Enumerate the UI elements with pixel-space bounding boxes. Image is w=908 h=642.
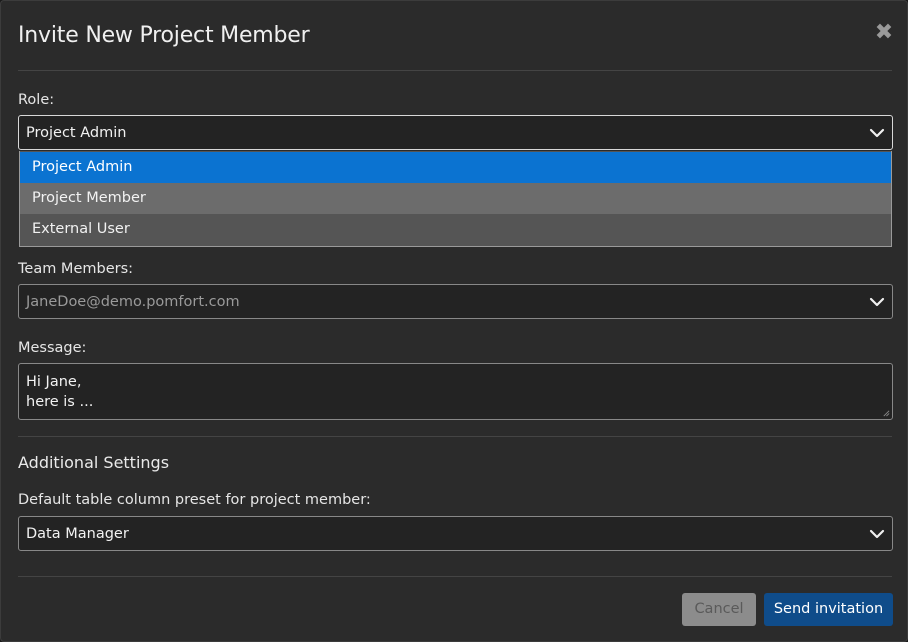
dialog-title: Invite New Project Member — [18, 23, 310, 48]
preset-select[interactable]: Data Manager — [18, 516, 893, 551]
preset-select-value: Data Manager — [26, 526, 129, 542]
role-option-external-user[interactable]: External User — [20, 214, 891, 245]
message-label: Message: — [18, 340, 87, 356]
message-textarea[interactable]: Hi Jane, here is ... — [18, 363, 893, 420]
additional-settings-title: Additional Settings — [18, 453, 170, 472]
chevron-down-icon — [868, 124, 886, 142]
role-option-project-member[interactable]: Project Member — [20, 183, 891, 214]
footer-divider — [18, 576, 892, 577]
send-invitation-button[interactable]: Send invitation — [764, 593, 893, 626]
team-members-select[interactable]: JaneDoe@demo.pomfort.com — [18, 284, 893, 319]
team-members-placeholder: JaneDoe@demo.pomfort.com — [26, 294, 240, 310]
cancel-button[interactable]: Cancel — [682, 593, 756, 626]
section-divider — [18, 436, 892, 437]
chevron-down-icon — [868, 525, 886, 543]
close-icon[interactable]: ✖ — [872, 19, 896, 47]
team-members-label: Team Members: — [18, 261, 134, 277]
role-option-project-admin[interactable]: Project Admin — [20, 152, 891, 183]
invite-dialog: Invite New Project Member ✖ Role: Projec… — [0, 0, 908, 642]
role-select[interactable]: Project Admin — [18, 115, 893, 150]
role-select-value: Project Admin — [26, 125, 127, 141]
role-dropdown-list: Project Admin Project Member External Us… — [19, 151, 892, 247]
header-divider — [18, 70, 892, 71]
role-label: Role: — [18, 92, 55, 108]
preset-label: Default table column preset for project … — [18, 492, 371, 508]
chevron-down-icon — [868, 293, 886, 311]
resize-handle-icon[interactable] — [882, 409, 890, 417]
